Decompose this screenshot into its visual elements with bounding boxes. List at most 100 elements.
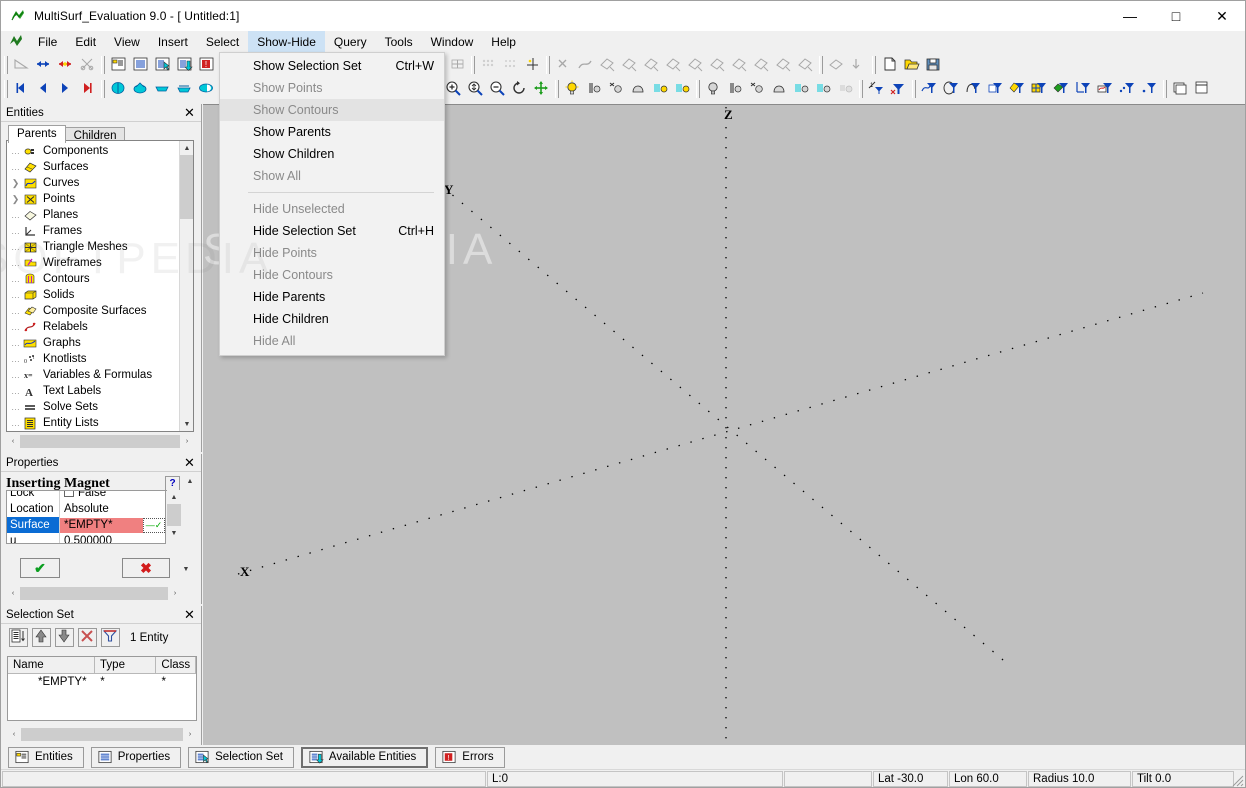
zoom-fit-button[interactable] xyxy=(464,78,486,100)
panel-scroll-down-icon[interactable]: ▼ xyxy=(179,562,193,576)
bottom-tab-properties[interactable]: Properties xyxy=(90,746,182,768)
sel-h-scroll-thumb[interactable] xyxy=(21,728,183,741)
panel-scroll-up-icon[interactable]: ▲ xyxy=(183,474,197,488)
clear-filter-button[interactable] xyxy=(887,78,909,100)
property-row-lock[interactable]: Lock False xyxy=(7,491,165,501)
table-row[interactable]: *EMPTY* * * xyxy=(8,674,196,691)
properties-grid[interactable]: Lock False Location Absolute Surface *EMPTY* —… xyxy=(6,490,166,544)
property-row-u[interactable]: u 0.500000 xyxy=(7,533,165,543)
selection-set-panel-close-icon[interactable]: ✕ xyxy=(183,608,196,621)
tree-item-contours[interactable]: … Contours xyxy=(7,271,193,287)
selection-set-window-button[interactable] xyxy=(151,54,173,76)
distance-tool-button[interactable] xyxy=(32,54,54,76)
properties-window-button[interactable] xyxy=(129,54,151,76)
view-plan-button[interactable] xyxy=(173,78,195,100)
tree-item-triangle-meshes[interactable]: … Triangle Meshes xyxy=(7,239,193,255)
toolbar-grip[interactable] xyxy=(872,56,876,74)
props-h-scroll-thumb[interactable] xyxy=(20,587,168,600)
tree-item-composite-surfaces[interactable]: … Composite Surfaces xyxy=(7,303,193,319)
help-icon[interactable]: ? xyxy=(165,476,180,491)
light-bulb2-button[interactable] xyxy=(702,78,724,100)
filter-plane-button[interactable] xyxy=(1050,78,1072,100)
light-list2-button[interactable] xyxy=(671,78,693,100)
column-header-class[interactable]: Class xyxy=(156,657,196,673)
pan-view-button[interactable] xyxy=(530,78,552,100)
menu-edit[interactable]: Edit xyxy=(66,31,105,53)
tree-item-frames[interactable]: … Frames xyxy=(7,223,193,239)
toolbar-grip[interactable] xyxy=(546,56,550,74)
column-header-type[interactable]: Type xyxy=(95,657,157,673)
property-value[interactable]: *EMPTY* —✓ xyxy=(60,517,165,533)
light-off-button[interactable] xyxy=(605,78,627,100)
props-scroll-left-icon[interactable]: ‹ xyxy=(6,586,20,601)
errors-window-button[interactable]: ! xyxy=(195,54,217,76)
sort-list-button[interactable] xyxy=(9,628,28,647)
sel-scroll-right-icon[interactable]: › xyxy=(183,727,197,742)
menu-insert[interactable]: Insert xyxy=(149,31,197,53)
expand-chevron-icon[interactable]: ❯ xyxy=(9,194,22,205)
bottom-tab-errors[interactable]: ! Errors xyxy=(435,746,505,768)
accept-button[interactable]: ✔ xyxy=(20,558,60,578)
properties-grid-scrollbar[interactable]: ▲ ▼ xyxy=(167,490,181,544)
menu-item-show-parents[interactable]: Show Parents xyxy=(220,121,444,143)
filter-snake-button[interactable] xyxy=(940,78,962,100)
maximize-button[interactable]: □ xyxy=(1153,1,1199,31)
bottom-tab-selection-set[interactable]: Selection Set xyxy=(188,746,294,768)
filter-curve-button[interactable] xyxy=(918,78,940,100)
selection-set-table[interactable]: Name Type Class *EMPTY* * * xyxy=(7,656,197,721)
h-scroll-thumb[interactable] xyxy=(20,435,180,448)
filter-graph-button[interactable] xyxy=(1094,78,1116,100)
new-file-button[interactable] xyxy=(878,54,900,76)
tree-item-curves[interactable]: ❯ Curves xyxy=(7,175,193,191)
light-list1-button[interactable] xyxy=(649,78,671,100)
scroll-up-icon[interactable]: ▲ xyxy=(180,141,193,155)
toolbar-grip[interactable] xyxy=(4,80,8,98)
move-down-button[interactable] xyxy=(55,628,74,647)
menu-select[interactable]: Select xyxy=(197,31,248,53)
menu-item-show-selection-set[interactable]: Show Selection Set Ctrl+W xyxy=(220,55,444,77)
light-list4-button[interactable] xyxy=(812,78,834,100)
expand-chevron-icon[interactable]: ❯ xyxy=(9,178,22,189)
zoom-out-button[interactable] xyxy=(486,78,508,100)
tree-item-solids[interactable]: … Solids xyxy=(7,287,193,303)
zoom-in-button[interactable] xyxy=(442,78,464,100)
menu-item-hide-parents[interactable]: Hide Parents xyxy=(220,286,444,308)
scroll-thumb[interactable] xyxy=(180,155,193,219)
property-row-surface[interactable]: Surface *EMPTY* —✓ xyxy=(7,517,165,533)
toolbar-grip[interactable] xyxy=(101,80,105,98)
light-render-button[interactable] xyxy=(627,78,649,100)
view-perspective-button[interactable] xyxy=(129,78,151,100)
grid-scroll-thumb[interactable] xyxy=(167,504,181,526)
toolbar-grip[interactable] xyxy=(101,56,105,74)
nav-next-button[interactable] xyxy=(54,78,76,100)
property-value[interactable]: False xyxy=(60,491,165,501)
tree-item-variables-formulas[interactable]: … x= Variables & Formulas xyxy=(7,367,193,383)
remove-entity-button[interactable] xyxy=(78,628,97,647)
tree-item-solve-sets[interactable]: … Solve Sets xyxy=(7,399,193,415)
light-none-button[interactable] xyxy=(746,78,768,100)
toolbar-grip[interactable] xyxy=(859,80,863,98)
nav-last-button[interactable] xyxy=(76,78,98,100)
view-profile-button[interactable] xyxy=(151,78,173,100)
menu-item-hide-selection-set[interactable]: Hide Selection Set Ctrl+H xyxy=(220,220,444,242)
tree-item-components[interactable]: … Components xyxy=(7,143,193,159)
tree-item-points[interactable]: ❯ Points xyxy=(7,191,193,207)
scroll-left-icon[interactable]: ‹ xyxy=(6,434,20,449)
minimize-button[interactable]: — xyxy=(1107,1,1153,31)
props-scroll-right-icon[interactable]: › xyxy=(168,586,182,601)
entities-vertical-scrollbar[interactable]: ▲ ▼ xyxy=(179,141,193,431)
pick-surface-button[interactable]: —✓ xyxy=(143,517,165,533)
tree-item-text-labels[interactable]: … A Text Labels xyxy=(7,383,193,399)
menu-item-hide-children[interactable]: Hide Children xyxy=(220,308,444,330)
available-entities-window-button[interactable] xyxy=(173,54,195,76)
toolbar-grip[interactable] xyxy=(4,56,8,74)
menu-window[interactable]: Window xyxy=(422,31,483,53)
lock-checkbox[interactable] xyxy=(64,491,74,497)
toolbar-grip[interactable] xyxy=(555,80,559,98)
entities-tree-container[interactable]: … Components … Surfaces ❯ Curves ❯ Points … Plane… xyxy=(6,140,194,432)
close-button[interactable]: ✕ xyxy=(1199,1,1245,31)
selection-set-horizontal-scrollbar[interactable]: ‹ › xyxy=(7,727,197,742)
menu-file[interactable]: File xyxy=(29,31,66,53)
menu-view[interactable]: View xyxy=(105,31,149,53)
filter-frame-button[interactable] xyxy=(1072,78,1094,100)
